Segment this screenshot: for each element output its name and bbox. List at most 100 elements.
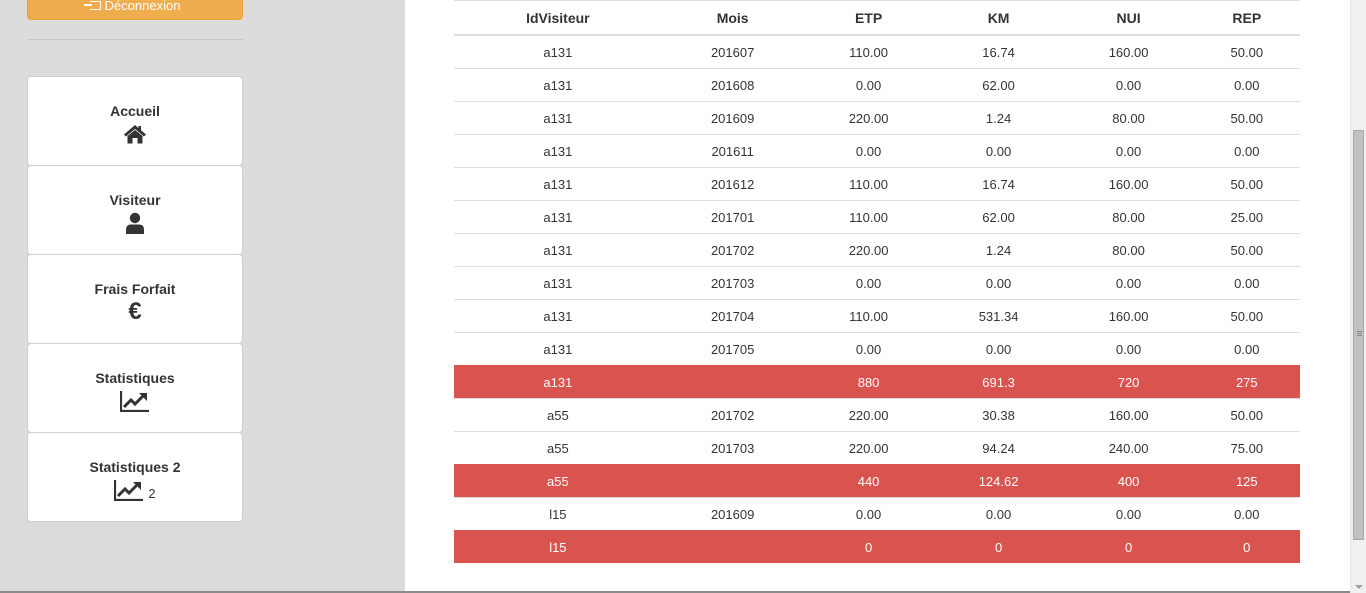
cell-mois: 201608 — [661, 68, 804, 102]
cell-nui: 80.00 — [1063, 233, 1194, 267]
cell-rep: 50.00 — [1193, 167, 1300, 201]
cell-idvisiteur: a131 — [454, 332, 662, 366]
main-content: IdVisiteur Mois ETP KM NUI REP a131 20160… — [405, 0, 1350, 593]
cell-nui: 720 — [1063, 365, 1194, 399]
cell-rep: 50.00 — [1193, 233, 1300, 267]
cell-etp: 220.00 — [803, 233, 934, 267]
cell-mois: 201705 — [661, 332, 804, 366]
cell-nui: 0.00 — [1063, 266, 1194, 300]
menu-item-label: Accueil — [110, 103, 160, 119]
cell-km: 1.24 — [933, 101, 1064, 135]
cell-rep: 50.00 — [1193, 398, 1300, 432]
cell-mois — [661, 464, 804, 498]
scrollbar-thumb[interactable] — [1353, 130, 1364, 540]
sidebar-menu: Accueil Visiteur Frais Forfait € Statist… — [27, 76, 243, 522]
menu-item-statistiques[interactable]: Statistiques — [27, 343, 243, 433]
cell-km: 62.00 — [933, 68, 1064, 102]
chart-line-icon — [120, 391, 149, 412]
cell-nui: 240.00 — [1063, 431, 1194, 465]
cell-rep: 0.00 — [1193, 266, 1300, 300]
menu-item-accueil[interactable]: Accueil — [27, 76, 243, 166]
cell-km: 691.3 — [933, 365, 1064, 399]
table-total-row: l15 0 0 0 0 — [454, 530, 1300, 563]
cell-rep: 0.00 — [1193, 497, 1300, 531]
table-row: a55 201702 220.00 30.38 160.00 50.00 — [454, 398, 1300, 432]
cell-km: 16.74 — [933, 167, 1064, 201]
table-row: a131 201611 0.00 0.00 0.00 0.00 — [454, 134, 1300, 168]
table-row: a55 201703 220.00 94.24 240.00 75.00 — [454, 431, 1300, 465]
cell-mois: 201702 — [661, 398, 804, 432]
cell-km: 94.24 — [933, 431, 1064, 465]
cell-etp: 0 — [803, 530, 934, 563]
chart-line-icon — [114, 480, 144, 501]
cell-rep: 50.00 — [1193, 299, 1300, 333]
cell-etp: 0.00 — [803, 134, 934, 168]
cell-mois: 201612 — [661, 167, 804, 201]
cell-idvisiteur: a131 — [454, 266, 662, 300]
cell-idvisiteur: a131 — [454, 365, 662, 399]
cell-etp: 110.00 — [803, 200, 934, 234]
menu-item-label: Visiteur — [109, 192, 161, 208]
cell-idvisiteur: a131 — [454, 68, 662, 102]
cell-etp: 110.00 — [803, 299, 934, 333]
table-body: a131 201607 110.00 16.74 160.00 50.00 a131 2016… — [454, 34, 1300, 563]
vertical-scrollbar[interactable] — [1350, 0, 1366, 593]
cell-etp: 880 — [803, 365, 934, 399]
cell-km: 0.00 — [933, 332, 1064, 366]
sidebar: Déconnexion Accueil Visiteur Frais Forfa… — [0, 0, 405, 593]
cell-mois: 201703 — [661, 266, 804, 300]
table-row: a131 201612 110.00 16.74 160.00 50.00 — [454, 167, 1300, 201]
table-row: a131 201703 0.00 0.00 0.00 0.00 — [454, 266, 1300, 300]
cell-nui: 0.00 — [1063, 134, 1194, 168]
cell-km: 0.00 — [933, 497, 1064, 531]
cell-rep: 50.00 — [1193, 101, 1300, 135]
cell-etp: 110.00 — [803, 167, 934, 201]
menu-item-label: Frais Forfait — [94, 281, 176, 297]
cell-etp: 0.00 — [803, 497, 934, 531]
menu-item-statistiques-2[interactable]: Statistiques 2 2 — [27, 432, 243, 522]
logout-button[interactable]: Déconnexion — [27, 0, 243, 20]
user-icon — [126, 212, 144, 234]
cell-etp: 0.00 — [803, 332, 934, 366]
cell-nui: 80.00 — [1063, 101, 1194, 135]
menu-item-suffix: 2 — [148, 485, 156, 501]
euro-icon: € — [128, 298, 142, 325]
cell-mois: 201609 — [661, 497, 804, 531]
cell-nui: 160.00 — [1063, 167, 1194, 201]
cell-km: 16.74 — [933, 34, 1064, 69]
table-row: a131 201607 110.00 16.74 160.00 50.00 — [454, 34, 1300, 69]
menu-item-frais-forfait[interactable]: Frais Forfait € — [27, 254, 243, 344]
cell-idvisiteur: a131 — [454, 299, 662, 333]
menu-item-label: Statistiques — [95, 370, 175, 386]
cell-km: 0.00 — [933, 134, 1064, 168]
cell-nui: 0.00 — [1063, 497, 1194, 531]
cell-rep: 0.00 — [1193, 332, 1300, 366]
cell-idvisiteur: a131 — [454, 34, 662, 69]
cell-km: 30.38 — [933, 398, 1064, 432]
cell-idvisiteur: a131 — [454, 167, 662, 201]
cell-etp: 220.00 — [803, 101, 934, 135]
cell-km: 0.00 — [933, 266, 1064, 300]
menu-item-visiteur[interactable]: Visiteur — [27, 165, 243, 255]
cell-idvisiteur: a131 — [454, 200, 662, 234]
cell-idvisiteur: a131 — [454, 233, 662, 267]
cell-nui: 400 — [1063, 464, 1194, 498]
column-header-km: KM — [933, 0, 1064, 36]
divider — [27, 39, 243, 40]
cell-idvisiteur: l15 — [454, 497, 662, 531]
cell-rep: 0.00 — [1193, 68, 1300, 102]
cell-mois — [661, 365, 804, 399]
cell-etp: 0.00 — [803, 266, 934, 300]
table-row: l15 201609 0.00 0.00 0.00 0.00 — [454, 497, 1300, 531]
scroll-down-arrow-icon[interactable] — [1355, 585, 1363, 589]
cell-rep: 125 — [1193, 464, 1300, 498]
cell-rep: 0.00 — [1193, 134, 1300, 168]
table-row: a131 201609 220.00 1.24 80.00 50.00 — [454, 101, 1300, 135]
cell-idvisiteur: a131 — [454, 101, 662, 135]
cell-mois: 201702 — [661, 233, 804, 267]
logout-label: Déconnexion — [104, 0, 181, 13]
cell-nui: 160.00 — [1063, 398, 1194, 432]
cell-mois: 201611 — [661, 134, 804, 168]
cell-idvisiteur: a55 — [454, 431, 662, 465]
cell-mois: 201703 — [661, 431, 804, 465]
